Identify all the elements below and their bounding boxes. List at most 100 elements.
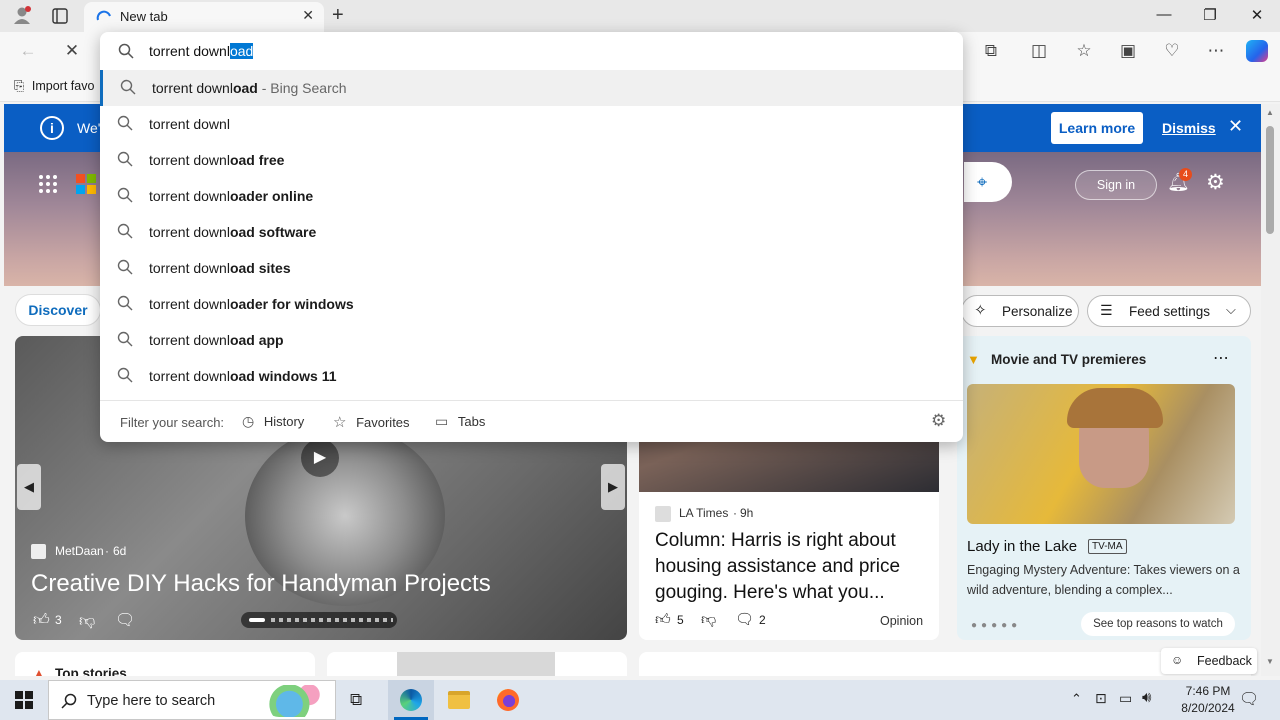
suggestion-text: torrent download sites: [149, 260, 291, 276]
article-title[interactable]: Creative DIY Hacks for Handyman Projects: [31, 570, 491, 598]
taskbar-search-placeholder: Type here to search: [87, 693, 216, 709]
suggestion-item[interactable]: torrent downloader online: [100, 178, 963, 214]
dismiss-link[interactable]: Dismiss: [1162, 120, 1216, 136]
top-stories-card[interactable]: ▲ Top stories: [15, 652, 315, 676]
taskbar-time[interactable]: 7:46 PM: [1173, 684, 1243, 698]
tab-actions-icon[interactable]: [52, 8, 68, 24]
new-tab-button[interactable]: +: [332, 4, 344, 27]
firefox-icon[interactable]: [497, 689, 519, 711]
taskbar-date[interactable]: 8/20/2024: [1166, 701, 1250, 715]
search-highlight-image: [263, 685, 329, 717]
browser-titlebar: New tab ✕ + — ❐ ✕: [0, 0, 1280, 32]
scrollbar-thumb[interactable]: [1266, 126, 1274, 234]
movie-card-dots[interactable]: ●●●●●: [971, 620, 1021, 631]
split-screen-icon[interactable]: ◫: [1027, 41, 1051, 61]
chevron-down-icon: ⌵: [1226, 302, 1236, 317]
carousel-next-button[interactable]: ▶: [601, 464, 625, 510]
edge-taskbar-icon[interactable]: [388, 680, 434, 720]
suggestion-search-icon: [117, 295, 133, 311]
more-menu-icon[interactable]: ⋯: [1204, 41, 1228, 61]
notification-center-icon[interactable]: 🗨︎: [1239, 689, 1259, 709]
news-dislike-icon[interactable]: 👎︎: [701, 611, 716, 629]
taskbar-search-box[interactable]: Type here to search: [48, 680, 336, 720]
feed-settings-button[interactable]: ☰ Feed settings ⌵: [1087, 295, 1251, 327]
favorites-star-icon[interactable]: ☆: [1072, 41, 1096, 61]
news-title[interactable]: Column: Harris is right about housing as…: [655, 528, 931, 606]
filter-tabs-button[interactable]: ▭ Tabs: [435, 413, 485, 430]
feedback-label: Feedback: [1197, 654, 1252, 668]
stop-loading-icon[interactable]: ✕: [60, 41, 84, 61]
movie-title[interactable]: Lady in the Lake: [967, 538, 1077, 555]
movie-premieres-card[interactable]: ▼ Movie and TV premieres ⋯ Lady in the L…: [957, 336, 1251, 640]
tab-new-tab[interactable]: New tab ✕: [84, 2, 324, 32]
filter-favorites-button[interactable]: ☆ Favorites: [333, 413, 410, 431]
carousel-prev-button[interactable]: ◀: [17, 464, 41, 510]
like-icon[interactable]: 👍︎: [33, 611, 50, 630]
suggestion-item[interactable]: torrent downl: [100, 106, 963, 142]
minimize-icon[interactable]: —: [1152, 6, 1176, 23]
suggestion-text: torrent download free: [149, 152, 285, 168]
history-clock-icon: ◷: [242, 413, 255, 429]
import-favorites-item[interactable]: ⎘ Import favo: [14, 78, 94, 94]
news-comment-icon[interactable]: 🗨︎: [735, 610, 754, 628]
show-hidden-icons-chevron[interactable]: ⌃: [1071, 691, 1082, 707]
suggestion-search-icon: [117, 223, 133, 239]
more-options-icon[interactable]: ⋯: [1213, 348, 1229, 368]
news-like-icon[interactable]: 👍︎: [655, 611, 671, 629]
carousel-dots[interactable]: [241, 612, 397, 628]
windows-start-icon[interactable]: [15, 691, 33, 709]
suggestion-search-icon: [117, 187, 133, 203]
suggestion-text: torrent downloader for windows: [149, 296, 354, 312]
settings-gear-icon[interactable]: ⚙: [1206, 170, 1225, 195]
task-view-icon[interactable]: ⧉: [350, 690, 362, 710]
volume-icon[interactable]: 🔊︎: [1142, 689, 1151, 706]
personalize-icon: ✧: [974, 302, 987, 319]
personalize-button[interactable]: ✧ Personalize: [961, 295, 1079, 327]
comment-icon[interactable]: 🗨︎: [115, 610, 135, 630]
bottom-wide-card[interactable]: [639, 652, 1251, 676]
play-icon[interactable]: ▶: [301, 439, 339, 477]
feedback-button[interactable]: ☺ Feedback: [1161, 648, 1257, 674]
suggestion-item[interactable]: torrent download windows 11: [100, 358, 963, 394]
filter-history-label: History: [263, 414, 305, 429]
learn-more-button[interactable]: Learn more: [1051, 112, 1143, 144]
popcorn-icon: ▼: [967, 352, 980, 367]
taskbar-search-icon: [61, 693, 77, 714]
sign-in-button[interactable]: Sign in: [1075, 170, 1157, 200]
dislike-icon[interactable]: 👎︎: [79, 612, 95, 631]
address-bar-input[interactable]: torrent download: [149, 43, 254, 59]
filter-history-button[interactable]: ◷ History: [242, 413, 304, 430]
visual-search-button[interactable]: ⌖: [964, 162, 1012, 202]
restore-icon[interactable]: ❐: [1198, 6, 1222, 24]
copilot-icon[interactable]: [1246, 40, 1268, 62]
profile-icon[interactable]: [12, 5, 32, 25]
page-scrollbar[interactable]: ▲ ▼: [1261, 104, 1280, 676]
banner-text: We': [77, 120, 101, 136]
banner-close-icon[interactable]: ✕: [1228, 116, 1243, 137]
suggestion-search-icon: [117, 259, 133, 275]
suggestion-item[interactable]: torrent download software: [100, 214, 963, 250]
collections-icon[interactable]: ▣: [1116, 41, 1140, 61]
apps-grid-icon[interactable]: [38, 174, 58, 194]
performance-icon[interactable]: ♡: [1160, 41, 1184, 61]
ethernet-icon[interactable]: ▭: [1119, 690, 1132, 707]
file-explorer-icon[interactable]: [448, 691, 470, 709]
suggestion-item[interactable]: torrent downloader for windows: [100, 286, 963, 322]
news-source: LA Times: [679, 506, 729, 520]
search-settings-gear-icon[interactable]: ⚙: [931, 411, 946, 431]
suggestion-search-icon: [117, 115, 133, 131]
back-arrow-icon[interactable]: ←: [16, 41, 40, 61]
discover-pill[interactable]: Discover: [15, 294, 101, 326]
close-window-icon[interactable]: ✕: [1245, 6, 1269, 24]
bottom-article-card[interactable]: [327, 652, 627, 676]
suggestion-item[interactable]: torrent download - Bing Search: [100, 70, 963, 106]
suggestion-item[interactable]: torrent download sites: [100, 250, 963, 286]
extensions-icon[interactable]: ⧉: [979, 41, 1003, 61]
close-tab-icon[interactable]: ✕: [302, 7, 314, 24]
suggestion-item[interactable]: torrent download free: [100, 142, 963, 178]
source-logo: [31, 544, 46, 559]
network-icon[interactable]: ⊡: [1095, 690, 1107, 707]
import-favorites-label: Import favo: [31, 79, 95, 93]
suggestion-item[interactable]: torrent download app: [100, 322, 963, 358]
see-reasons-button[interactable]: See top reasons to watch: [1081, 612, 1235, 636]
